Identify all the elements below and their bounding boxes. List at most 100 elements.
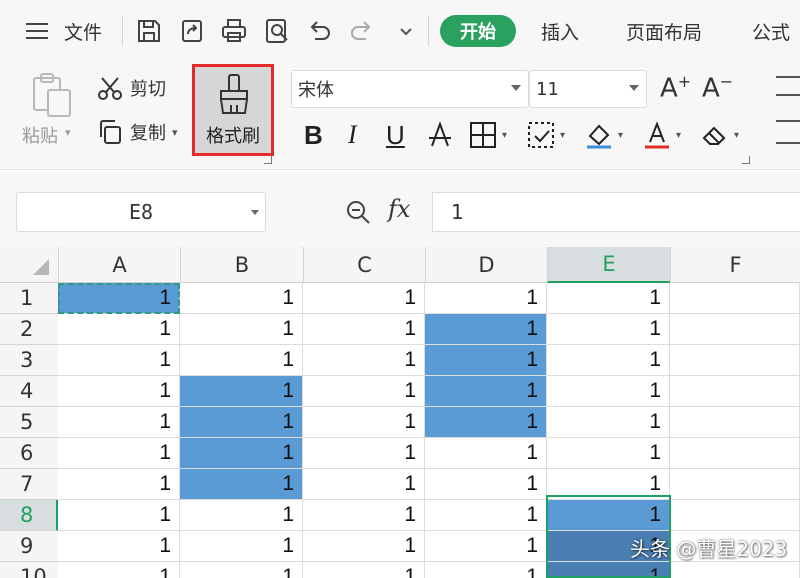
cell-f1[interactable] (670, 283, 800, 314)
cell-f6[interactable] (670, 438, 800, 469)
cell-e2[interactable]: 1 (547, 314, 670, 345)
cell-f5[interactable] (670, 407, 800, 438)
cell-c9[interactable]: 1 (303, 531, 425, 562)
cell-d4[interactable]: 1 (425, 376, 547, 407)
fill-color-icon[interactable]: ▾ (584, 117, 623, 153)
cell-a9[interactable]: 1 (58, 531, 180, 562)
cell-c2[interactable]: 1 (303, 314, 425, 345)
row-header-7[interactable]: 7 (0, 469, 58, 500)
cell-a6[interactable]: 1 (58, 438, 180, 469)
cell-d2[interactable]: 1 (425, 314, 547, 345)
clear-format-icon[interactable]: ▾ (700, 117, 739, 153)
cell-d1[interactable]: 1 (425, 283, 547, 314)
cell-f10[interactable] (670, 562, 800, 578)
cell-c4[interactable]: 1 (303, 376, 425, 407)
font-color-icon[interactable]: ▾ (642, 117, 681, 153)
cell-b6[interactable]: 1 (180, 438, 303, 469)
column-header-c[interactable]: C (303, 247, 425, 283)
cell-a8[interactable]: 1 (58, 500, 180, 531)
cell-f8[interactable] (670, 500, 800, 531)
cell-e7[interactable]: 1 (547, 469, 670, 500)
paste-icon[interactable] (30, 72, 74, 118)
copy-dropdown-icon[interactable]: ▾ (172, 126, 178, 139)
row-header-9[interactable]: 9 (0, 531, 58, 562)
print-preview-icon[interactable] (261, 14, 293, 48)
cell-b3[interactable]: 1 (180, 345, 303, 376)
cell-b7[interactable]: 1 (180, 469, 303, 500)
cut-button[interactable]: 剪切 (96, 74, 166, 102)
cell-d3[interactable]: 1 (425, 345, 547, 376)
copy-button[interactable]: 复制 ▾ (96, 118, 178, 146)
column-header-b[interactable]: B (180, 247, 303, 283)
cell-d8[interactable]: 1 (425, 500, 547, 531)
tab-page-layout[interactable]: 页面布局 (626, 15, 702, 47)
zoom-icon[interactable] (344, 198, 372, 226)
cell-b2[interactable]: 1 (180, 314, 303, 345)
clipboard-group-expand-icon[interactable] (264, 156, 272, 164)
cell-d7[interactable]: 1 (425, 469, 547, 500)
quick-access-dropdown-icon[interactable] (390, 14, 422, 48)
tab-start[interactable]: 开始 (440, 15, 516, 47)
cell-e10[interactable]: 1 (547, 562, 670, 578)
cell-d9[interactable]: 1 (425, 531, 547, 562)
font-group-expand-icon[interactable] (742, 156, 750, 164)
cell-b5[interactable]: 1 (180, 407, 303, 438)
column-header-e[interactable]: E (547, 247, 670, 283)
formula-input[interactable]: 1 (432, 192, 800, 232)
cell-e4[interactable]: 1 (547, 376, 670, 407)
italic-icon[interactable]: I (348, 117, 357, 153)
cell-c10[interactable]: 1 (303, 562, 425, 578)
column-header-a[interactable]: A (58, 247, 180, 283)
cell-b9[interactable]: 1 (180, 531, 303, 562)
cell-b8[interactable]: 1 (180, 500, 303, 531)
main-menu-icon[interactable] (26, 11, 48, 51)
row-header-10[interactable]: 10 (0, 562, 58, 578)
align-top-icon[interactable] (776, 76, 800, 96)
redo-icon[interactable] (346, 14, 378, 48)
select-all-button[interactable] (0, 247, 58, 283)
decrease-font-icon[interactable]: A− (702, 72, 733, 104)
cell-d5[interactable]: 1 (425, 407, 547, 438)
cell-c6[interactable]: 1 (303, 438, 425, 469)
cell-b4[interactable]: 1 (180, 376, 303, 407)
underline-icon[interactable]: U (386, 117, 405, 153)
cell-f3[interactable] (670, 345, 800, 376)
print-icon[interactable] (218, 14, 250, 48)
row-header-1[interactable]: 1 (0, 283, 58, 314)
cell-a1[interactable]: 1 (58, 283, 180, 314)
cell-c8[interactable]: 1 (303, 500, 425, 531)
cell-e5[interactable]: 1 (547, 407, 670, 438)
cell-f7[interactable] (670, 469, 800, 500)
row-header-3[interactable]: 3 (0, 345, 58, 376)
font-name-dropdown-icon[interactable] (511, 85, 521, 91)
align-middle-icon[interactable] (776, 120, 800, 144)
cell-e3[interactable]: 1 (547, 345, 670, 376)
cell-e6[interactable]: 1 (547, 438, 670, 469)
paste-dropdown-icon[interactable]: ▾ (65, 126, 71, 139)
strikethrough-icon[interactable] (425, 117, 455, 153)
cell-c3[interactable]: 1 (303, 345, 425, 376)
row-header-6[interactable]: 6 (0, 438, 58, 469)
save-icon[interactable] (133, 14, 165, 48)
cell-c5[interactable]: 1 (303, 407, 425, 438)
font-name-select[interactable]: 宋体 (291, 70, 529, 108)
cell-b1[interactable]: 1 (180, 283, 303, 314)
row-header-4[interactable]: 4 (0, 376, 58, 407)
cell-f2[interactable] (670, 314, 800, 345)
name-box-dropdown-icon[interactable] (251, 210, 259, 215)
cell-a4[interactable]: 1 (58, 376, 180, 407)
paste-button[interactable]: 粘贴 (22, 122, 58, 148)
cell-e1[interactable]: 1 (547, 283, 670, 314)
name-box[interactable]: E8 (16, 192, 266, 232)
cell-c7[interactable]: 1 (303, 469, 425, 500)
cell-f4[interactable] (670, 376, 800, 407)
borders-icon[interactable]: ▾ (468, 117, 507, 153)
cell-e8[interactable]: 1 (547, 500, 670, 531)
file-menu[interactable]: 文件 (60, 11, 106, 51)
column-header-d[interactable]: D (425, 247, 547, 283)
cell-d6[interactable]: 1 (425, 438, 547, 469)
tab-insert[interactable]: 插入 (541, 15, 579, 47)
font-size-dropdown-icon[interactable] (629, 85, 639, 91)
cell-d10[interactable]: 1 (425, 562, 547, 578)
row-header-8[interactable]: 8 (0, 500, 58, 531)
